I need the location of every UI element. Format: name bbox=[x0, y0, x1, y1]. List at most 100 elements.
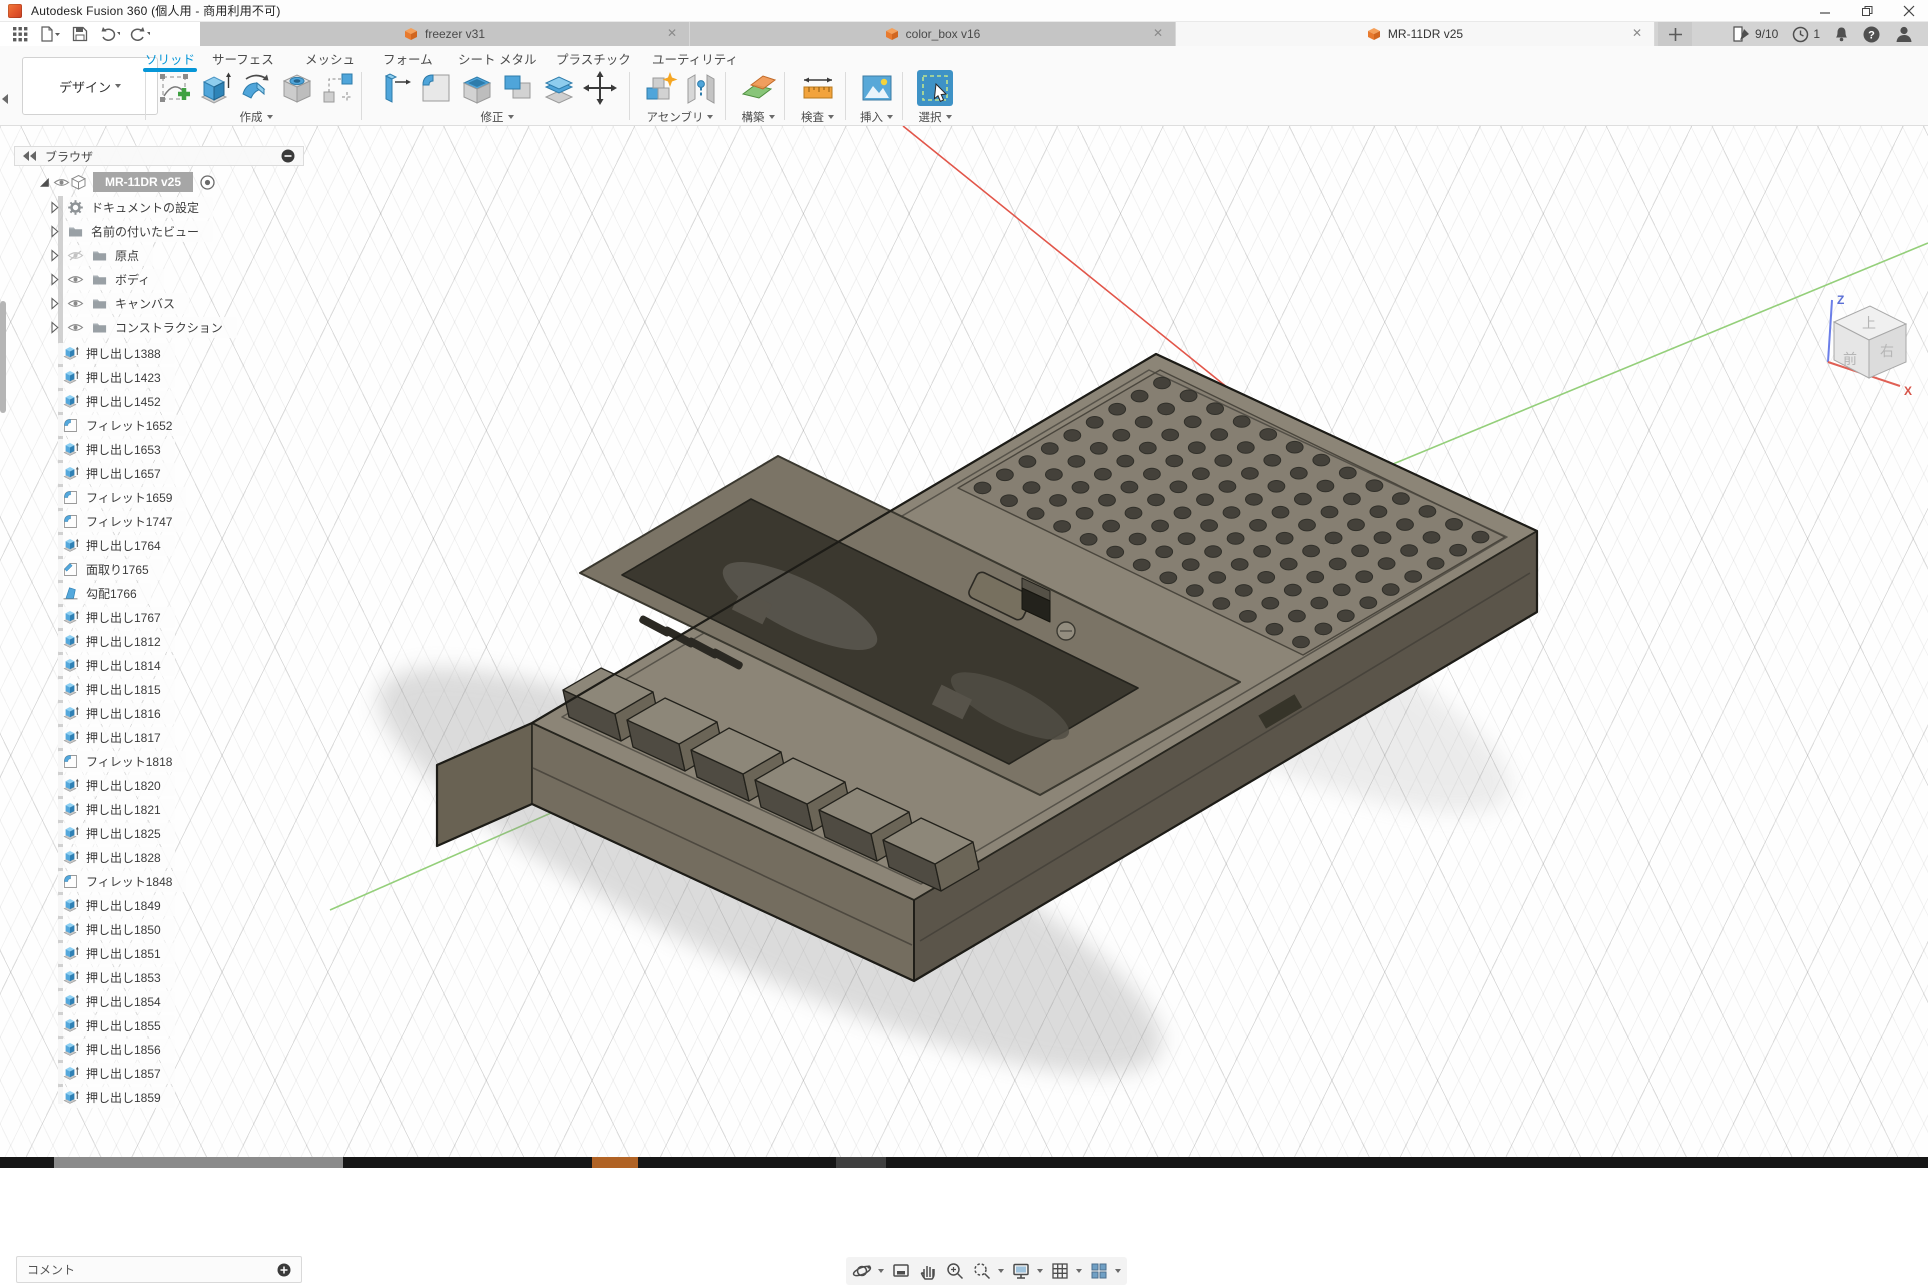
workspace-selector-button[interactable]: デザイン bbox=[22, 57, 158, 115]
timeline-feature-row[interactable]: 押し出し1653 bbox=[58, 438, 175, 460]
orbit-tool[interactable] bbox=[852, 1261, 884, 1281]
browser-scrollbar[interactable] bbox=[0, 301, 6, 413]
timeline-feature-row[interactable]: 押し出し1854 bbox=[58, 990, 175, 1012]
offset-face-tool[interactable] bbox=[541, 70, 577, 106]
pan-tool[interactable] bbox=[918, 1261, 938, 1281]
browser-panel-header[interactable]: ブラウザ bbox=[14, 146, 304, 166]
browser-folder-row[interactable]: キャンバス bbox=[46, 292, 189, 314]
document-tab[interactable]: freezer v31 ✕ bbox=[200, 22, 690, 46]
browser-root-item[interactable]: MR-11DR v25 bbox=[36, 171, 216, 193]
timeline-feature-row[interactable]: 押し出し1452 bbox=[58, 390, 175, 412]
shell-tool[interactable] bbox=[459, 70, 495, 106]
eye-icon[interactable] bbox=[53, 174, 70, 191]
alerts-bell-button[interactable] bbox=[1834, 26, 1849, 42]
browser-folder-row[interactable]: 原点 bbox=[46, 244, 153, 266]
select-group-dropdown[interactable]: 選択 bbox=[919, 109, 952, 125]
timeline-feature-row[interactable]: 押し出し1764 bbox=[58, 534, 175, 556]
model-canvas[interactable] bbox=[0, 126, 1928, 1168]
insert-canvas-tool[interactable] bbox=[859, 70, 895, 106]
comments-panel[interactable]: コメント bbox=[16, 1256, 302, 1283]
view-cube[interactable]: 上 前 右 Z X bbox=[1812, 292, 1924, 400]
expand-closed-icon[interactable] bbox=[46, 319, 63, 336]
look-at-tool[interactable] bbox=[891, 1261, 911, 1281]
close-tab-icon[interactable]: ✕ bbox=[665, 26, 679, 40]
zoom-window-tool[interactable] bbox=[972, 1261, 1004, 1281]
redo-icon[interactable] bbox=[130, 24, 150, 44]
timeline-feature-row[interactable]: フィレット1652 bbox=[58, 414, 186, 436]
file-menu-icon[interactable] bbox=[40, 24, 60, 44]
timeline-feature-row[interactable]: 押し出し1817 bbox=[58, 726, 175, 748]
ribbon-tab[interactable]: ユーティリティ bbox=[652, 49, 738, 69]
expand-closed-icon[interactable] bbox=[46, 295, 63, 312]
viewcube-top-label[interactable]: 上 bbox=[1862, 315, 1876, 331]
undo-icon[interactable] bbox=[100, 24, 120, 44]
timeline-feature-row[interactable]: 押し出し1853 bbox=[58, 966, 175, 988]
expand-closed-icon[interactable] bbox=[46, 271, 63, 288]
expand-open-icon[interactable] bbox=[36, 174, 53, 191]
create-group-dropdown[interactable]: 作成 bbox=[240, 109, 273, 125]
construct-group-dropdown[interactable]: 構築 bbox=[742, 109, 775, 125]
timeline-feature-row[interactable]: 押し出し1849 bbox=[58, 894, 175, 916]
minimize-button[interactable] bbox=[1810, 1, 1840, 21]
timeline-feature-row[interactable]: 押し出し1825 bbox=[58, 822, 175, 844]
browser-folder-row[interactable]: ドキュメントの設定 bbox=[46, 196, 213, 218]
extrude-tool[interactable] bbox=[197, 70, 233, 106]
user-avatar[interactable] bbox=[1894, 24, 1914, 44]
viewports-layout[interactable] bbox=[1089, 1261, 1121, 1281]
restore-button[interactable] bbox=[1852, 1, 1882, 21]
eye-icon[interactable] bbox=[67, 271, 84, 288]
timeline-feature-row[interactable]: 押し出し1851 bbox=[58, 942, 175, 964]
expand-closed-icon[interactable] bbox=[46, 199, 63, 216]
timeline-feature-row[interactable]: フィレット1747 bbox=[58, 510, 186, 532]
eye-off-icon[interactable] bbox=[67, 247, 84, 264]
ribbon-tab[interactable]: フォーム bbox=[383, 49, 433, 69]
timeline-feature-row[interactable]: 押し出し1850 bbox=[58, 918, 175, 940]
ribbon-tab[interactable]: プラスチック bbox=[556, 49, 631, 69]
timeline-feature-row[interactable]: 押し出し1815 bbox=[58, 678, 175, 700]
browser-folder-row[interactable]: コンストラクション bbox=[46, 316, 237, 338]
timeline-feature-row[interactable]: 押し出し1855 bbox=[58, 1014, 175, 1036]
grid-and-snaps[interactable] bbox=[1050, 1261, 1082, 1281]
eye-icon[interactable] bbox=[67, 295, 84, 312]
timeline-feature-row[interactable]: 押し出し1821 bbox=[58, 798, 175, 820]
save-icon[interactable] bbox=[70, 24, 90, 44]
ribbon-tab[interactable]: シート メタル bbox=[458, 49, 536, 69]
timeline-feature-row[interactable]: 面取り1765 bbox=[58, 558, 163, 580]
fillet-tool[interactable] bbox=[418, 70, 454, 106]
zoom-tool[interactable] bbox=[945, 1261, 965, 1281]
pattern-tool[interactable] bbox=[320, 70, 356, 106]
select-tool[interactable] bbox=[917, 70, 953, 106]
timeline-feature-row[interactable]: 押し出し1820 bbox=[58, 774, 175, 796]
close-window-button[interactable] bbox=[1894, 1, 1924, 21]
3d-viewport[interactable]: 上 前 右 Z X ブラウザ MR-11DR v25 ドキュメントの設定 bbox=[0, 126, 1928, 1168]
activate-component-radio[interactable] bbox=[199, 174, 216, 191]
timeline-feature-row[interactable]: フィレット1848 bbox=[58, 870, 186, 892]
timeline-feature-row[interactable]: 押し出し1859 bbox=[58, 1086, 175, 1108]
ribbon-tab[interactable]: サーフェス bbox=[212, 49, 274, 69]
timeline-feature-row[interactable]: 押し出し1814 bbox=[58, 654, 175, 676]
notifications-button[interactable]: 1 bbox=[1792, 26, 1820, 43]
close-tab-icon[interactable]: ✕ bbox=[1151, 26, 1165, 40]
combine-tool[interactable] bbox=[500, 70, 536, 106]
viewcube-right-label[interactable]: 右 bbox=[1880, 343, 1894, 359]
hide-panel-icon[interactable] bbox=[281, 149, 295, 163]
display-settings[interactable] bbox=[1011, 1261, 1043, 1281]
inspect-group-dropdown[interactable]: 検査 bbox=[801, 109, 834, 125]
revolve-tool[interactable] bbox=[238, 70, 274, 106]
insert-group-dropdown[interactable]: 挿入 bbox=[860, 109, 893, 125]
new-component-tool[interactable] bbox=[642, 70, 678, 106]
new-tab-button[interactable] bbox=[1658, 22, 1692, 46]
document-tab[interactable]: MR-11DR v25 ✕ bbox=[1176, 22, 1655, 46]
job-status-button[interactable]: 9/10 bbox=[1732, 26, 1778, 42]
browser-folder-row[interactable]: 名前の付いたビュー bbox=[46, 220, 213, 242]
document-tab[interactable]: color_box v16 ✕ bbox=[690, 22, 1176, 46]
timeline-feature-row[interactable]: フィレット1818 bbox=[58, 750, 186, 772]
timeline-feature-row[interactable]: 押し出し1767 bbox=[58, 606, 175, 628]
add-comment-icon[interactable] bbox=[277, 1263, 291, 1277]
timeline-feature-row[interactable]: 押し出し1812 bbox=[58, 630, 175, 652]
joint-tool[interactable] bbox=[683, 70, 719, 106]
modify-group-dropdown[interactable]: 修正 bbox=[481, 109, 514, 125]
timeline-feature-row[interactable]: 押し出し1423 bbox=[58, 366, 175, 388]
press-pull-tool[interactable] bbox=[377, 70, 413, 106]
ribbon-tab[interactable]: ソリッド bbox=[145, 49, 195, 69]
